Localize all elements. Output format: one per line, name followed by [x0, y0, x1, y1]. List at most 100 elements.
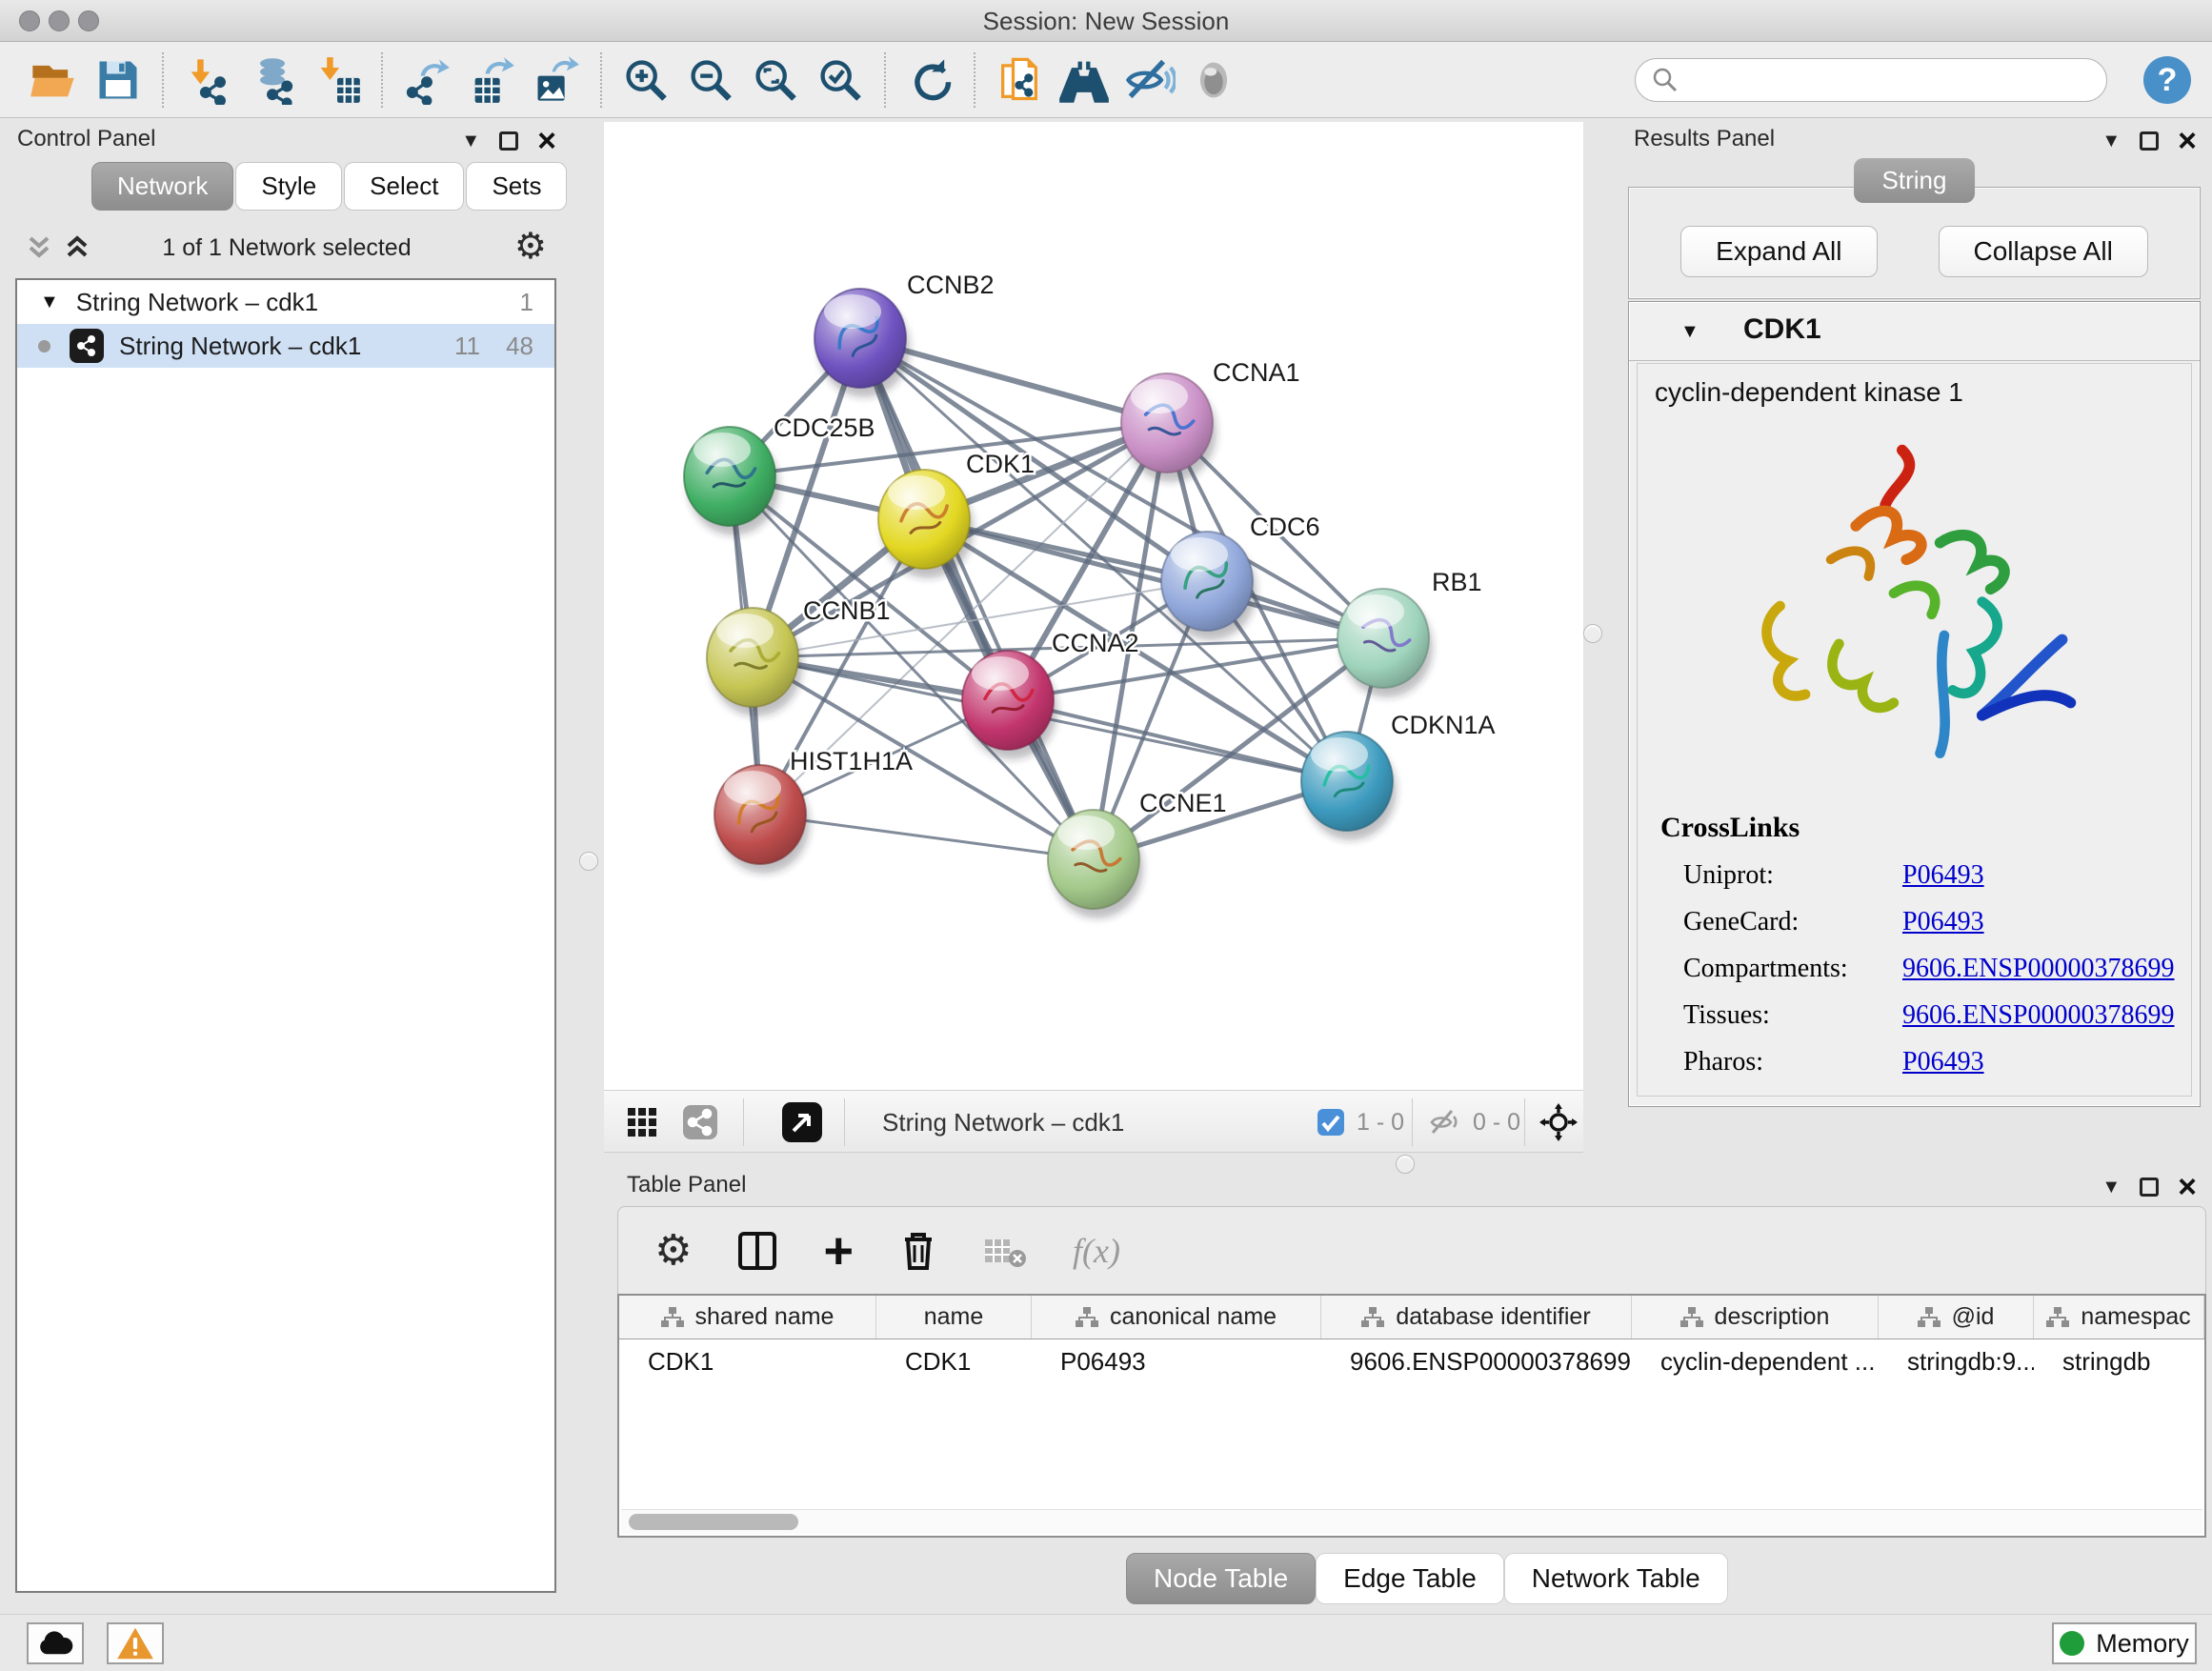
- tab-node-table[interactable]: Node Table: [1126, 1553, 1316, 1604]
- column-header--id[interactable]: @id: [1879, 1296, 2034, 1339]
- crosslink-link[interactable]: 9606.ENSP00000378699: [1902, 954, 2174, 984]
- scrollbar-thumb[interactable]: [629, 1514, 798, 1530]
- collapse-all-button[interactable]: Collapse All: [1939, 226, 2148, 277]
- current-network-title: String Network – cdk1: [882, 1091, 1124, 1154]
- expand-all-button[interactable]: Expand All: [1680, 226, 1877, 277]
- crosslink-label: Compartments:: [1683, 954, 1902, 984]
- tab-sets[interactable]: Sets: [466, 162, 567, 211]
- panel-close-icon[interactable]: ×: [2178, 1178, 2197, 1197]
- selected-nodes-indicator[interactable]: 1 - 0: [1317, 1091, 1404, 1154]
- refresh-icon[interactable]: [902, 52, 957, 108]
- eye-icon[interactable]: [1186, 52, 1241, 108]
- open-folder-icon[interactable]: [26, 52, 81, 108]
- table-toolbar: ⚙ + f(x): [617, 1206, 2206, 1294]
- network-status-dot: [38, 340, 50, 352]
- panel-float-icon[interactable]: [2140, 1178, 2159, 1197]
- node-HIST1H1A[interactable]: HIST1H1A: [714, 747, 913, 874]
- node-CCNA1[interactable]: CCNA1: [1121, 358, 1300, 482]
- export-table-icon[interactable]: [464, 52, 519, 108]
- panel-float-icon[interactable]: [499, 131, 518, 151]
- panel-menu-icon[interactable]: ▼: [2101, 131, 2121, 152]
- duplicate-document-icon[interactable]: [992, 52, 1047, 108]
- table-settings-gear-icon[interactable]: ⚙: [654, 1226, 692, 1275]
- import-table-icon[interactable]: [310, 52, 365, 108]
- cloud-status-button[interactable]: [27, 1622, 84, 1664]
- panel-float-icon[interactable]: [2140, 131, 2159, 151]
- delete-table-icon: [983, 1234, 1027, 1268]
- node-CCNB1[interactable]: CCNB1: [707, 596, 891, 716]
- tab-network[interactable]: Network: [91, 162, 233, 211]
- node-CDK1[interactable]: CDK1: [878, 450, 1035, 578]
- tab-edge-table[interactable]: Edge Table: [1316, 1553, 1504, 1604]
- import-network-icon[interactable]: [180, 52, 235, 108]
- horizontal-scrollbar[interactable]: [621, 1509, 2202, 1534]
- export-image-icon[interactable]: [529, 52, 584, 108]
- memory-button[interactable]: Memory: [2052, 1622, 2197, 1664]
- save-icon[interactable]: [90, 52, 146, 108]
- birdseye-view-icon[interactable]: [781, 1091, 823, 1154]
- zoom-selected-icon[interactable]: [813, 52, 868, 108]
- network-view[interactable]: CCNB2CCNA1CDC25BCDK1CDC6RB1CCNB1CCNA2CDK…: [604, 122, 1583, 1090]
- table-cell: cyclin-dependent ...: [1632, 1339, 1879, 1383]
- warning-status-button[interactable]: [107, 1622, 164, 1664]
- hidden-nodes-indicator[interactable]: 0 - 0: [1429, 1091, 1520, 1154]
- node-CDC6[interactable]: CDC6: [1161, 513, 1320, 640]
- result-entry-header[interactable]: ▼ CDK1: [1629, 302, 2200, 361]
- crosslink-link[interactable]: P06493: [1902, 860, 1984, 891]
- grid-view-icon[interactable]: [627, 1091, 657, 1154]
- tab-style[interactable]: Style: [235, 162, 342, 211]
- toolbar-separator: [974, 52, 975, 108]
- column-header-description[interactable]: description: [1632, 1296, 1879, 1339]
- panel-menu-icon[interactable]: ▼: [2101, 1177, 2121, 1198]
- protein-structure-image: [1710, 425, 2120, 787]
- binoculars-icon[interactable]: [1056, 52, 1112, 108]
- network-list-icon[interactable]: [682, 1091, 718, 1154]
- node-label: CDKN1A: [1391, 711, 1496, 739]
- zoom-fit-icon[interactable]: [748, 52, 803, 108]
- node-RB1[interactable]: RB1: [1337, 568, 1482, 697]
- network-collection-row[interactable]: ▼ String Network – cdk1 1: [17, 280, 554, 324]
- crosslink-link[interactable]: 9606.ENSP00000378699: [1902, 1000, 2174, 1031]
- toolbar-separator: [1524, 1098, 1525, 1146]
- tab-select[interactable]: Select: [344, 162, 464, 211]
- network-tree: ▼ String Network – cdk1 1 String Network…: [15, 278, 556, 1593]
- add-column-icon[interactable]: +: [823, 1232, 854, 1270]
- crosslink-link[interactable]: P06493: [1902, 907, 1984, 937]
- columns-icon[interactable]: [737, 1231, 777, 1271]
- tab-string[interactable]: String: [1854, 158, 1976, 203]
- tree-caret-icon[interactable]: ▼: [40, 292, 59, 313]
- zoom-in-icon[interactable]: [618, 52, 674, 108]
- search-input[interactable]: [1679, 67, 2080, 93]
- network-row[interactable]: String Network – cdk1 11 48: [17, 324, 554, 368]
- entry-description: cyclin-dependent kinase 1: [1638, 364, 2191, 408]
- panel-menu-icon[interactable]: ▼: [461, 131, 480, 152]
- zoom-out-icon[interactable]: [683, 52, 738, 108]
- table-cell: stringdb:9...: [1879, 1339, 2034, 1383]
- left-splitter-handle[interactable]: [579, 852, 598, 871]
- crosslink-link[interactable]: P06493: [1902, 1047, 1984, 1077]
- tab-network-table[interactable]: Network Table: [1504, 1553, 1728, 1604]
- help-icon[interactable]: ?: [2143, 56, 2191, 104]
- export-network-icon[interactable]: [399, 52, 454, 108]
- node-CCNE1[interactable]: CCNE1: [1048, 789, 1227, 918]
- application-window: Session: New Session: [0, 0, 2212, 1671]
- panel-close-icon[interactable]: ×: [2178, 131, 2197, 151]
- string-network-graph[interactable]: CCNB2CCNA1CDC25BCDK1CDC6RB1CCNB1CCNA2CDK…: [604, 122, 1583, 1090]
- node-CDKN1A[interactable]: CDKN1A: [1301, 711, 1496, 840]
- table-panel-title: Table Panel: [627, 1172, 746, 1198]
- crosshair-icon[interactable]: [1539, 1091, 1578, 1154]
- table-row[interactable]: CDK1CDK1P064939606.ENSP00000378699cyclin…: [619, 1339, 2204, 1383]
- right-splitter-handle[interactable]: [1583, 624, 1602, 643]
- collection-count: 1: [520, 288, 533, 317]
- column-header-namespac[interactable]: namespac: [2034, 1296, 2204, 1339]
- column-header-canonical-name[interactable]: canonical name: [1032, 1296, 1321, 1339]
- import-database-icon[interactable]: [245, 52, 300, 108]
- panel-close-icon[interactable]: ×: [537, 131, 556, 151]
- delete-column-icon[interactable]: [899, 1230, 937, 1272]
- column-header-database-identifier[interactable]: database identifier: [1321, 1296, 1632, 1339]
- column-header-name[interactable]: name: [876, 1296, 1032, 1339]
- gear-icon[interactable]: ⚙: [514, 225, 547, 268]
- eye-slash-icon[interactable]: [1121, 52, 1176, 108]
- entry-caret-icon[interactable]: ▼: [1680, 321, 1699, 343]
- column-header-shared-name[interactable]: shared name: [619, 1296, 876, 1339]
